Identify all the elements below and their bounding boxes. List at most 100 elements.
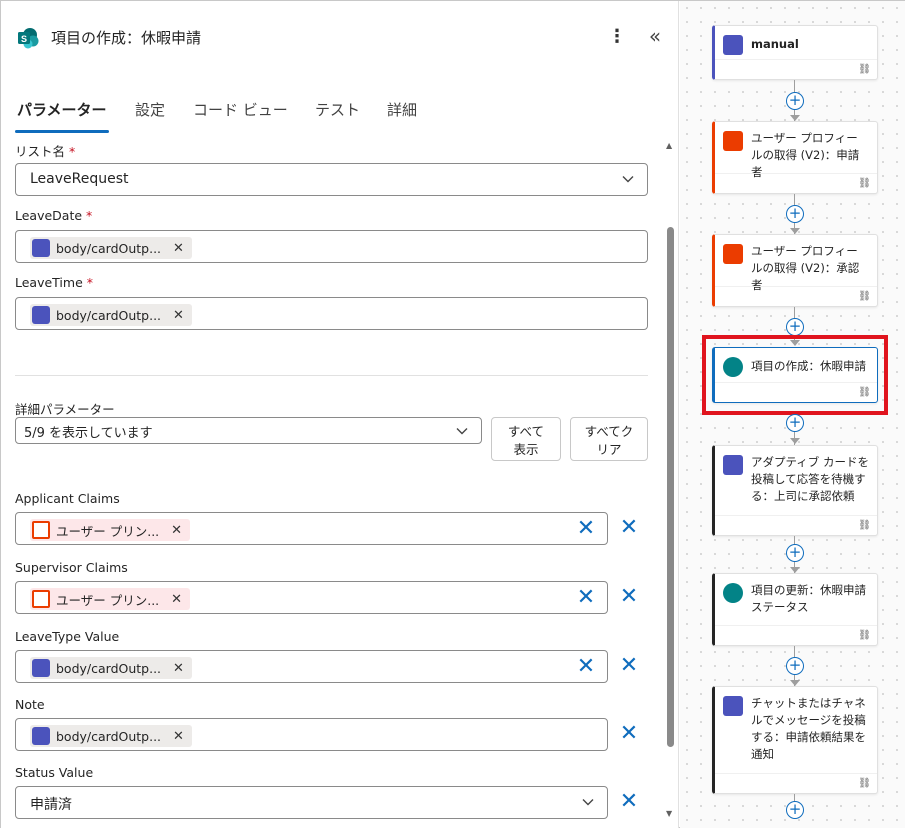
- panel-scrollbar[interactable]: ▲ ▼: [665, 141, 675, 821]
- remove-token-icon[interactable]: ✕: [171, 592, 182, 607]
- panel-title: 項目の作成：休暇申請: [51, 29, 202, 47]
- flow-card-post-message[interactable]: チャットまたはチャネルでメッセージを投稿する：申請依頼結果を通知 ⛓: [712, 686, 878, 794]
- sharepoint-icon: [723, 583, 743, 603]
- link-icon: ⛓: [858, 178, 871, 189]
- remove-parameter-icon[interactable]: ✕: [619, 791, 639, 813]
- tab-settings[interactable]: 設定: [135, 99, 165, 120]
- parameters-form: リスト名 * LeaveRequest LeaveDate * body/car…: [1, 135, 661, 828]
- remove-parameter-icon[interactable]: ✕: [619, 586, 639, 608]
- chevron-down-icon: [582, 799, 594, 806]
- list-name-value: LeaveRequest: [30, 171, 129, 187]
- office365-icon: [723, 131, 743, 151]
- active-tab-indicator: [15, 130, 109, 133]
- status-value-dropdown[interactable]: 申請済: [15, 786, 608, 819]
- add-step-icon[interactable]: +: [786, 205, 804, 223]
- office365-icon: [32, 521, 50, 539]
- tab-details[interactable]: 詳細: [387, 99, 417, 120]
- flow-card-post-adaptive-card[interactable]: アダプティブ カードを投稿して応答を待機する：上司に承認依頼 ⛓: [712, 445, 878, 536]
- tab-parameters[interactable]: パラメーター: [17, 99, 107, 120]
- token-label: body/cardOutp...: [56, 240, 162, 256]
- link-icon: ⛓: [858, 291, 871, 302]
- leave-time-field[interactable]: body/cardOutp... ✕: [15, 297, 648, 330]
- add-step-icon[interactable]: +: [786, 414, 804, 432]
- selection-highlight: [702, 335, 888, 415]
- list-name-dropdown[interactable]: LeaveRequest: [15, 163, 648, 196]
- action-config-panel: S 項目の作成：休暇申請 ⋮ « パラメーター 設定 コード ビュー テスト 詳…: [1, 1, 679, 828]
- list-name-label: リスト名 *: [15, 144, 76, 159]
- show-all-button[interactable]: すべて 表示: [491, 417, 561, 461]
- remove-token-icon[interactable]: ✕: [173, 729, 184, 744]
- supervisor-claims-field[interactable]: ユーザー プリン... ✕ ✕: [15, 581, 608, 614]
- link-icon: ⛓: [858, 778, 871, 789]
- advanced-params-label: 詳細パラメーター: [15, 402, 115, 417]
- scroll-up-icon[interactable]: ▲: [666, 141, 672, 150]
- token-label: body/cardOutp...: [56, 307, 162, 323]
- advanced-params-value: 5/9 を表示しています: [24, 426, 153, 441]
- tab-code-view[interactable]: コード ビュー: [193, 99, 288, 120]
- dynamic-content-token[interactable]: body/cardOutp... ✕: [30, 237, 192, 259]
- remove-parameter-icon[interactable]: ✕: [619, 517, 639, 539]
- remove-token-icon[interactable]: ✕: [173, 661, 184, 676]
- flow-card-get-profile-applicant[interactable]: ユーザー プロフィールの取得 (V2)：申請者 ⛓: [712, 121, 878, 194]
- token-label: ユーザー プリン...: [56, 523, 160, 539]
- remove-parameter-icon[interactable]: ✕: [619, 655, 639, 677]
- dynamic-content-token[interactable]: ユーザー プリン... ✕: [30, 588, 191, 610]
- leavetype-value-label: LeaveType Value: [15, 629, 120, 644]
- teams-icon: [32, 727, 50, 745]
- tab-test[interactable]: テスト: [315, 99, 360, 120]
- office365-icon: [32, 590, 50, 608]
- status-value-text: 申請済: [30, 797, 72, 813]
- section-divider: [15, 375, 648, 376]
- remove-token-icon[interactable]: ✕: [173, 308, 184, 323]
- applicant-claims-field[interactable]: ユーザー プリン... ✕ ✕: [15, 512, 608, 545]
- add-step-icon[interactable]: +: [786, 801, 804, 819]
- add-step-icon[interactable]: +: [786, 318, 804, 336]
- chevron-down-icon: [622, 176, 634, 183]
- flow-designer-canvas: manual ⛓ + ユーザー プロフィールの取得 (V2)：申請者 ⛓ + ユ…: [680, 1, 905, 828]
- add-step-icon[interactable]: +: [786, 544, 804, 562]
- dynamic-content-token[interactable]: body/cardOutp... ✕: [30, 304, 192, 326]
- link-icon: ⛓: [858, 630, 871, 641]
- dynamic-content-token[interactable]: ユーザー プリン... ✕: [30, 519, 191, 541]
- add-step-icon[interactable]: +: [786, 92, 804, 110]
- teams-icon: [32, 659, 50, 677]
- remove-token-icon[interactable]: ✕: [171, 523, 182, 538]
- scroll-thumb[interactable]: [667, 227, 674, 747]
- flow-card-get-profile-approver[interactable]: ユーザー プロフィールの取得 (V2)：承認者 ⛓: [712, 234, 878, 307]
- sharepoint-icon: S: [18, 28, 39, 49]
- token-label: body/cardOutp...: [56, 660, 162, 676]
- remove-token-icon[interactable]: ✕: [173, 241, 184, 256]
- svg-text:S: S: [21, 34, 27, 44]
- card-title: アダプティブ カードを投稿して応答を待機する：上司に承認依頼: [751, 455, 869, 503]
- token-label: ユーザー プリン...: [56, 592, 160, 608]
- flow-card-update-item[interactable]: 項目の更新：休暇申請ステータス ⛓: [712, 573, 878, 646]
- teams-icon: [32, 306, 50, 324]
- note-label: Note: [15, 697, 45, 712]
- clear-field-icon[interactable]: ✕: [576, 587, 596, 609]
- clear-field-icon[interactable]: ✕: [576, 518, 596, 540]
- note-field[interactable]: body/cardOutp... ✕: [15, 718, 608, 751]
- token-label: body/cardOutp...: [56, 728, 162, 744]
- advanced-params-dropdown[interactable]: 5/9 を表示しています: [15, 417, 482, 444]
- teams-icon: [32, 239, 50, 257]
- flow-card-manual[interactable]: manual ⛓: [712, 25, 878, 80]
- dynamic-content-token[interactable]: body/cardOutp... ✕: [30, 657, 192, 679]
- dynamic-content-token[interactable]: body/cardOutp... ✕: [30, 725, 192, 747]
- leave-date-field[interactable]: body/cardOutp... ✕: [15, 230, 648, 263]
- scroll-down-icon[interactable]: ▼: [666, 809, 672, 818]
- add-step-icon[interactable]: +: [786, 657, 804, 675]
- teams-icon: [723, 696, 743, 716]
- collapse-panel-icon[interactable]: «: [643, 23, 667, 49]
- app-window: S 項目の作成：休暇申請 ⋮ « パラメーター 設定 コード ビュー テスト 詳…: [0, 0, 905, 828]
- chevron-down-icon: [456, 428, 468, 435]
- clear-all-button[interactable]: すべてク リア: [570, 417, 648, 461]
- more-options-icon[interactable]: ⋮: [607, 25, 627, 49]
- status-value-label: Status Value: [15, 765, 94, 780]
- card-title: manual: [751, 37, 799, 51]
- remove-parameter-icon[interactable]: ✕: [619, 723, 639, 745]
- supervisor-claims-label: Supervisor Claims: [15, 560, 128, 575]
- leavetype-value-field[interactable]: body/cardOutp... ✕ ✕: [15, 650, 608, 683]
- applicant-claims-label: Applicant Claims: [15, 491, 120, 506]
- clear-field-icon[interactable]: ✕: [576, 656, 596, 678]
- leave-time-label: LeaveTime *: [15, 275, 94, 290]
